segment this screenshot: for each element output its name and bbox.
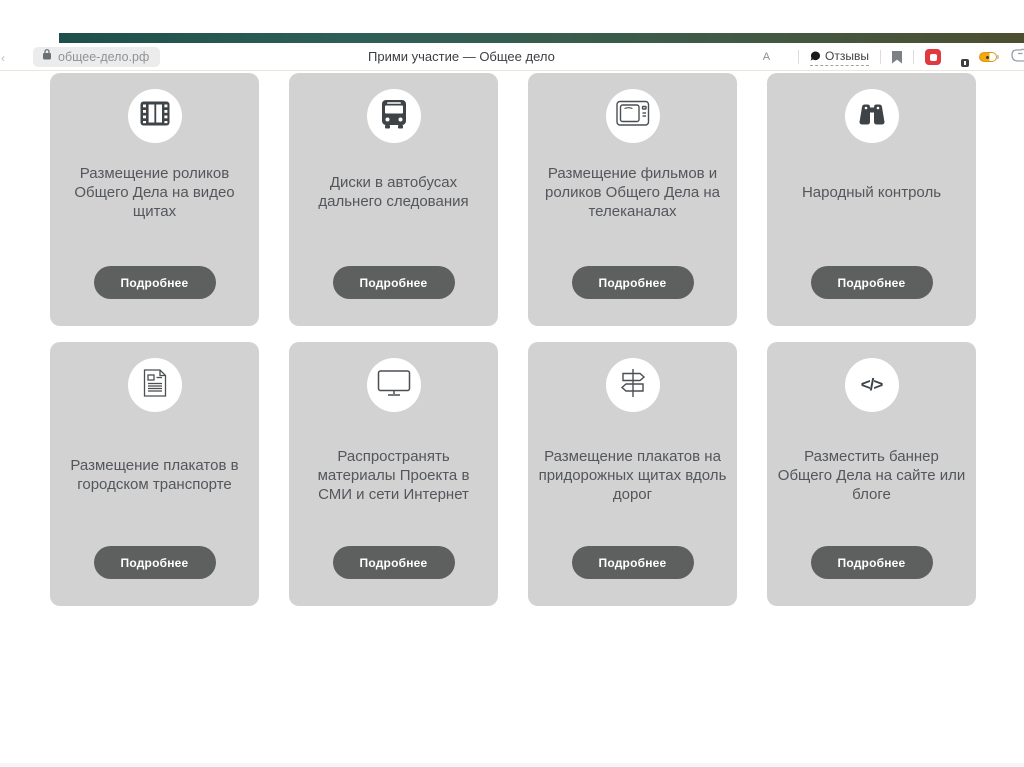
card-title: Размещение роликов Общего Дела на видео … — [74, 164, 235, 220]
details-button[interactable]: Подробнее — [93, 266, 216, 299]
card-title: Разместить баннер Общего Дела на сайте и… — [777, 447, 966, 503]
bookmark-icon[interactable] — [892, 50, 902, 64]
toolbar-extensions: A Отзывы — [763, 43, 1024, 71]
card-icon-circle — [366, 89, 421, 143]
nav-buttons-fragment[interactable]: ‹ — [1, 51, 5, 65]
details-button[interactable]: Подробнее — [332, 266, 455, 299]
address-bar[interactable]: общее-дело.рф — [33, 47, 161, 67]
details-button[interactable]: Подробнее — [332, 546, 455, 579]
card-title: Распространять материалы Проекта в СМИ и… — [317, 447, 470, 503]
card-bus-discs: Диски в автобусах дальнего следования По… — [289, 73, 498, 326]
details-button[interactable]: Подробнее — [571, 266, 694, 299]
card-icon-circle: </> — [844, 358, 899, 412]
card-video-billboards: Размещение роликов Общего Дела на видео … — [50, 73, 259, 326]
reviews-button[interactable]: Отзывы — [810, 49, 869, 66]
card-icon-circle — [366, 358, 421, 412]
card-title: Диски в автобусах дальнего следования — [318, 174, 469, 210]
bottom-edge-strip — [0, 763, 1024, 767]
url-text[interactable]: общее-дело.рф — [58, 50, 149, 64]
binoculars-icon — [857, 101, 887, 132]
lock-icon — [42, 48, 52, 66]
details-button[interactable]: Подробнее — [93, 546, 216, 579]
card-title: Размещение плакатов в городском транспор… — [70, 457, 239, 493]
toolbar-separator — [880, 50, 881, 64]
reviews-label[interactable]: Отзывы — [825, 49, 869, 63]
details-button[interactable]: Подробнее — [810, 546, 933, 579]
poster-icon — [141, 368, 169, 403]
card-title: Народный контроль — [801, 183, 942, 201]
card-roadside-billboards: Размещение плакатов на придорожных щитах… — [528, 342, 737, 606]
card-public-control: Народный контроль Подробнее — [767, 73, 976, 326]
battery-extension-icon[interactable] — [979, 52, 999, 62]
translate-icon[interactable]: A — [763, 51, 776, 63]
slide-top-band — [0, 0, 1024, 33]
browser-toolbar: ‹ общее-дело.рф Прими участие — Общее де… — [0, 43, 1024, 71]
red-extension-icon[interactable] — [925, 49, 941, 65]
card-icon-circle — [127, 89, 182, 143]
screenshot-stage: ‹ общее-дело.рф Прими участие — Общее де… — [0, 0, 1024, 767]
card-icon-circle — [605, 89, 660, 143]
bus-icon — [381, 99, 407, 134]
page-title: Прими участие — Общее дело — [368, 49, 555, 64]
card-title: Размещение плакатов на придорожных щитах… — [538, 447, 727, 503]
card-internet-media: Распространять материалы Проекта в СМИ и… — [289, 342, 498, 606]
participation-card-grid: Размещение роликов Общего Дела на видео … — [50, 73, 976, 606]
details-button[interactable]: Подробнее — [571, 546, 694, 579]
toolbar-separator — [913, 50, 914, 64]
card-tv-channels: Размещение фильмов и роликов Общего Дела… — [528, 73, 737, 326]
card-site-banner: </> Разместить баннер Общего Дела на сай… — [767, 342, 976, 606]
code-icon: </> — [860, 375, 884, 394]
details-button[interactable]: Подробнее — [810, 266, 933, 299]
tv-icon — [615, 100, 650, 132]
hand-extension-icon[interactable] — [1010, 46, 1024, 69]
green-extension-icon[interactable] — [952, 50, 969, 67]
reviews-bubble-icon — [810, 51, 821, 61]
signpost-icon — [618, 367, 648, 404]
card-icon-circle — [605, 358, 660, 412]
card-icon-circle — [127, 358, 182, 412]
film-icon — [140, 101, 170, 131]
toolbar-separator — [798, 50, 800, 64]
monitor-icon — [377, 369, 411, 402]
card-title: Размещение фильмов и роликов Общего Дела… — [544, 164, 720, 220]
card-city-transport-posters: Размещение плакатов в городском транспор… — [50, 342, 259, 606]
card-icon-circle — [844, 89, 899, 143]
slide-accent-bar — [59, 33, 1024, 43]
